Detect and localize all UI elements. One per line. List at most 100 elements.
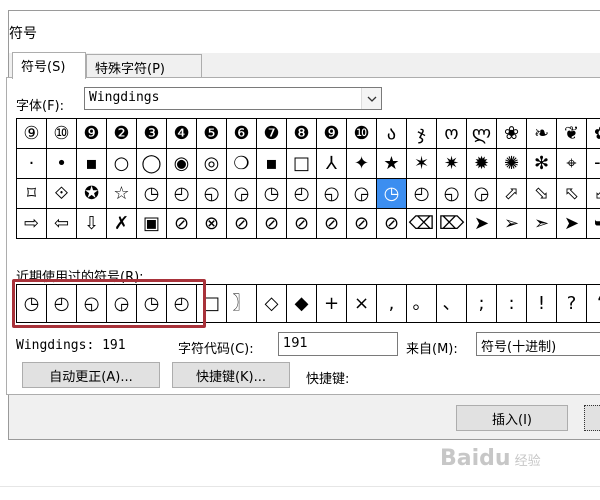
symbol-cell[interactable]: ✷ xyxy=(437,149,467,179)
symbol-cell[interactable]: ⊘ xyxy=(167,209,197,239)
symbol-cell[interactable]: ◷ xyxy=(257,179,287,209)
symbol-cell[interactable]: ◶ xyxy=(467,179,497,209)
recent-symbol-cell[interactable]: , xyxy=(377,285,407,323)
symbol-cell[interactable]: ✿ xyxy=(587,119,600,149)
symbol-cell[interactable]: ❸ xyxy=(137,119,167,149)
symbol-cell[interactable]: ⬃ xyxy=(587,179,600,209)
symbol-cell[interactable]: ⑩ xyxy=(47,119,77,149)
symbol-cell[interactable]: ❀ xyxy=(497,119,527,149)
tab-symbols[interactable]: 符号(S) xyxy=(12,52,86,79)
recent-symbol-cell[interactable]: 〗 xyxy=(227,285,257,323)
symbol-cell[interactable]: ◶ xyxy=(347,179,377,209)
symbol-cell[interactable]: ა xyxy=(377,119,407,149)
symbol-cell[interactable]: ⇩ xyxy=(77,209,107,239)
symbol-cell[interactable]: ❹ xyxy=(167,119,197,149)
symbol-cell[interactable]: · xyxy=(17,149,47,179)
symbol-cell[interactable]: □ xyxy=(287,149,317,179)
symbol-cell[interactable]: ◴ xyxy=(407,179,437,209)
recent-symbol-cell[interactable]: ! xyxy=(527,285,557,323)
symbol-cell[interactable]: ➤ xyxy=(467,209,497,239)
symbol-cell[interactable]: ◵ xyxy=(437,179,467,209)
symbol-cell[interactable]: ☆ xyxy=(107,179,137,209)
shortcut-key-button[interactable]: 快捷键(K)... xyxy=(172,362,290,388)
symbol-cell[interactable]: ○ xyxy=(107,149,137,179)
symbol-cell[interactable]: ✦ xyxy=(347,149,377,179)
recent-symbol-cell[interactable]: : xyxy=(497,285,527,323)
symbol-cell[interactable]: ⬁ xyxy=(557,179,587,209)
symbol-cell[interactable]: ▣ xyxy=(137,209,167,239)
recent-symbol-cell[interactable]: ◆ xyxy=(287,285,317,323)
recent-symbol-cell[interactable]: × xyxy=(347,285,377,323)
symbol-cell[interactable]: ❽ xyxy=(287,119,317,149)
symbol-cell[interactable]: ◶ xyxy=(227,179,257,209)
symbol-cell[interactable]: ❼ xyxy=(257,119,287,149)
symbol-cell[interactable]: ◷ xyxy=(377,179,407,209)
recent-symbol-cell[interactable]: ◇ xyxy=(257,285,287,323)
symbol-cell[interactable]: ✗ xyxy=(107,209,137,239)
symbol-cell[interactable]: ⬂ xyxy=(527,179,557,209)
symbol-cell[interactable]: ⇨ xyxy=(17,209,47,239)
symbol-cell[interactable]: ⬀ xyxy=(497,179,527,209)
symbol-cell[interactable]: ❧ xyxy=(527,119,557,149)
symbol-cell[interactable]: ლ xyxy=(467,119,497,149)
symbol-cell[interactable]: ⊘ xyxy=(227,209,257,239)
symbol-cell[interactable]: ⊗ xyxy=(197,209,227,239)
symbol-cell[interactable]: ➣ xyxy=(527,209,557,239)
autocorrect-button[interactable]: 自动更正(A)... xyxy=(22,362,160,388)
symbol-cell[interactable]: ★ xyxy=(377,149,407,179)
recent-symbol-cell[interactable]: ; xyxy=(467,285,497,323)
symbol-cell[interactable]: ✺ xyxy=(497,149,527,179)
symbol-cell[interactable]: ◴ xyxy=(167,179,197,209)
symbol-cell[interactable]: ❾ xyxy=(77,119,107,149)
symbol-cell[interactable]: • xyxy=(47,149,77,179)
symbol-cell[interactable]: ➢ xyxy=(497,209,527,239)
font-select[interactable]: Wingdings xyxy=(84,87,382,110)
cancel-button[interactable] xyxy=(584,405,600,431)
symbol-cell[interactable]: ⑨ xyxy=(17,119,47,149)
symbol-cell[interactable]: ❾ xyxy=(317,119,347,149)
symbol-cell[interactable]: ➥ xyxy=(587,209,600,239)
symbol-cell[interactable]: ⊘ xyxy=(287,209,317,239)
symbol-cell[interactable]: ◷ xyxy=(137,179,167,209)
symbol-cell[interactable]: ◴ xyxy=(287,179,317,209)
symbol-cell[interactable]: ◯ xyxy=(137,149,167,179)
recent-symbol-cell[interactable]: 、 xyxy=(437,285,467,323)
symbol-cell[interactable]: ⌑ xyxy=(17,179,47,209)
symbol-cell[interactable]: ⊘ xyxy=(377,209,407,239)
symbol-cell[interactable]: ⊘ xyxy=(317,209,347,239)
symbol-cell[interactable]: ❦ xyxy=(557,119,587,149)
symbol-cell[interactable]: ➤ xyxy=(557,209,587,239)
symbol-cell[interactable]: ⊘ xyxy=(347,209,377,239)
symbol-cell[interactable]: ⅄ xyxy=(317,149,347,179)
symbol-cell[interactable]: ⊘ xyxy=(257,209,287,239)
symbol-cell[interactable]: ✻ xyxy=(527,149,557,179)
recent-symbol-cell[interactable]: ? xyxy=(557,285,587,323)
insert-button[interactable]: 插入(I) xyxy=(456,405,568,431)
symbol-cell[interactable]: ⇦ xyxy=(47,209,77,239)
symbol-cell[interactable]: ◎ xyxy=(197,149,227,179)
recent-symbol-cell[interactable]: “ xyxy=(587,285,600,323)
symbol-cell[interactable]: ◉ xyxy=(167,149,197,179)
recent-symbol-cell[interactable]: + xyxy=(317,285,347,323)
symbol-cell[interactable]: ▪ xyxy=(257,149,287,179)
charcode-input[interactable]: 191 xyxy=(278,332,398,356)
symbol-cell[interactable]: ❻ xyxy=(227,119,257,149)
symbol-cell[interactable]: ⊹ xyxy=(587,149,600,179)
chevron-down-icon[interactable] xyxy=(361,88,381,109)
symbol-cell[interactable]: ✶ xyxy=(407,149,437,179)
symbol-cell[interactable]: ◵ xyxy=(317,179,347,209)
symbol-cell[interactable]: ◵ xyxy=(197,179,227,209)
symbol-cell[interactable]: ❍ xyxy=(227,149,257,179)
symbol-cell[interactable]: ჯ xyxy=(407,119,437,149)
symbol-cell[interactable]: ❺ xyxy=(197,119,227,149)
symbol-cell[interactable]: ⌦ xyxy=(437,209,467,239)
symbol-cell[interactable]: ✪ xyxy=(77,179,107,209)
symbol-cell[interactable]: ✹ xyxy=(467,149,497,179)
symbol-cell[interactable]: ❿ xyxy=(347,119,377,149)
symbol-cell[interactable]: ▪ xyxy=(77,149,107,179)
symbol-cell[interactable]: ❷ xyxy=(107,119,137,149)
tab-special-characters[interactable]: 特殊字符(P) xyxy=(86,54,202,78)
from-select[interactable]: 符号(十进制) xyxy=(476,332,600,356)
symbol-cell[interactable]: ⟐ xyxy=(47,179,77,209)
symbol-cell[interactable]: ო xyxy=(437,119,467,149)
